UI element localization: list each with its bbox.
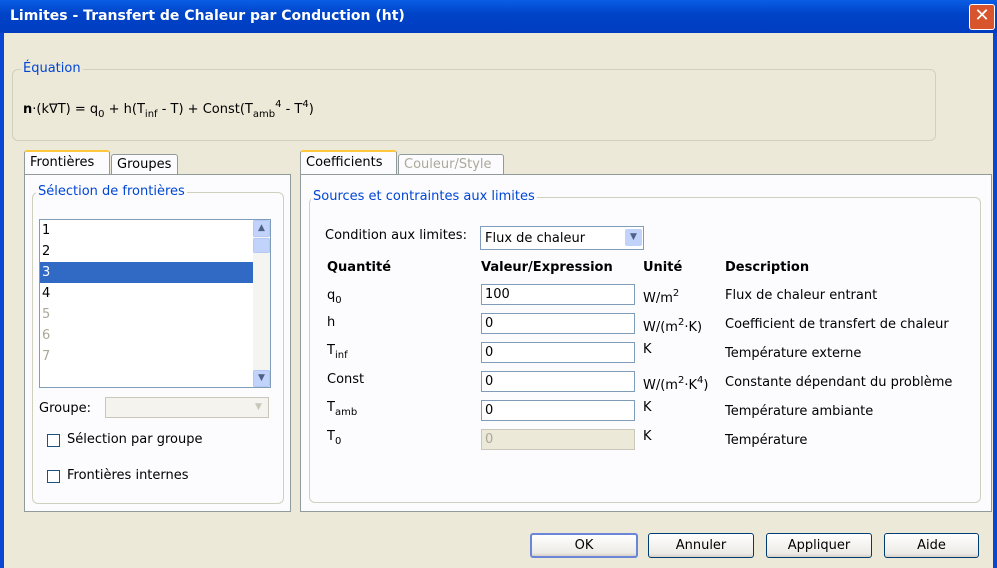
header-value: Valeur/Expression: [481, 260, 613, 275]
q0-input[interactable]: 100: [481, 284, 635, 305]
h-input[interactable]: 0: [481, 313, 635, 334]
cancel-button[interactable]: Annuler: [648, 533, 754, 558]
quantity-q0: q0: [327, 288, 342, 306]
close-button[interactable]: ✕: [969, 4, 995, 30]
apply-button[interactable]: Appliquer: [766, 533, 872, 558]
quantity-t0: T0: [327, 429, 342, 447]
list-item[interactable]: 5: [40, 304, 270, 325]
unit-tamb: K: [643, 400, 652, 415]
equation-legend: Équation: [21, 61, 83, 76]
select-by-group-checkbox[interactable]: [47, 434, 60, 447]
sources-legend: Sources et contraintes aux limites: [311, 189, 537, 204]
scroll-thumb[interactable]: [253, 238, 270, 253]
t0-input: 0: [481, 429, 635, 450]
scroll-up-button[interactable]: ▲: [253, 220, 270, 237]
scroll-down-button[interactable]: ▼: [253, 370, 270, 387]
list-item[interactable]: 2: [40, 241, 270, 262]
unit-t0: K: [643, 429, 652, 444]
unit-const: W/(m2·K4): [643, 375, 709, 393]
tab-groupes[interactable]: Groupes: [111, 154, 178, 175]
const-input[interactable]: 0: [481, 371, 635, 392]
quantity-const: Const: [327, 372, 365, 387]
tab-couleur-style: Couleur/Style: [398, 154, 504, 175]
right-panel: Sources et contraintes aux limites Condi…: [300, 174, 992, 512]
list-scrollbar[interactable]: ▲ ▼: [253, 220, 270, 387]
unit-tinf: K: [643, 342, 652, 357]
list-item[interactable]: 6: [40, 325, 270, 346]
group-select[interactable]: ▼: [105, 397, 269, 418]
internal-boundaries-label: Frontières internes: [67, 468, 189, 483]
internal-boundaries-checkbox[interactable]: [47, 470, 60, 483]
boundary-list[interactable]: 1 2 3 4 5 6 7 ▲ ▼: [39, 219, 271, 388]
select-by-group-label: Sélection par groupe: [67, 432, 203, 447]
condition-label: Condition aux limites:: [325, 228, 467, 243]
list-item[interactable]: 7: [40, 346, 270, 367]
window-frame-right: [993, 33, 997, 568]
description-q0: Flux de chaleur entrant: [725, 288, 878, 303]
tamb-input[interactable]: 0: [481, 400, 635, 421]
tab-frontieres[interactable]: Frontières: [24, 150, 110, 175]
list-item[interactable]: 1: [40, 220, 270, 241]
tab-coefficients[interactable]: Coefficients: [300, 150, 397, 175]
ok-button[interactable]: OK: [530, 533, 638, 558]
chevron-up-icon: ▲: [258, 223, 265, 233]
chevron-down-icon: ▼: [258, 373, 265, 383]
description-const: Constante dépendant du problème: [725, 375, 953, 390]
group-label: Groupe:: [39, 401, 91, 416]
unit-q0: W/m2: [643, 288, 680, 306]
list-item[interactable]: 4: [40, 283, 270, 304]
chevron-down-icon: ▼: [250, 399, 267, 416]
tinf-input[interactable]: 0: [481, 342, 635, 363]
close-icon: ✕: [974, 5, 990, 26]
header-quantity: Quantité: [327, 260, 392, 275]
window-frame-left: [0, 33, 4, 568]
chevron-down-icon: ▼: [625, 229, 642, 246]
quantity-h: h: [327, 315, 336, 330]
left-panel: Sélection de frontières 1 2 3 4 5 6 7 ▲ …: [24, 174, 291, 512]
unit-h: W/(m2·K): [643, 317, 703, 335]
boundary-selection-legend: Sélection de frontières: [36, 184, 187, 199]
equation-group: Équation n·(k∇T) = q0 + h(Tinf - T) + Co…: [12, 61, 936, 141]
header-description: Description: [725, 260, 810, 275]
quantity-tamb: Tamb: [327, 400, 358, 418]
description-t0: Température: [725, 433, 808, 448]
description-tamb: Température ambiante: [725, 404, 874, 419]
description-h: Coefficient de transfert de chaleur: [725, 317, 949, 332]
equation-text: n·(k∇T) = q0 + h(Tinf - T) + Const(Tamb4…: [23, 99, 314, 120]
title-bar: Limites - Transfert de Chaleur par Condu…: [0, 0, 997, 33]
quantity-tinf: Tinf: [327, 343, 348, 361]
description-tinf: Température externe: [725, 346, 862, 361]
help-button[interactable]: Aide: [884, 533, 979, 558]
header-unit: Unité: [643, 260, 683, 275]
condition-select[interactable]: Flux de chaleur ▼: [480, 226, 644, 250]
window-title: Limites - Transfert de Chaleur par Condu…: [10, 8, 405, 24]
list-item-selected[interactable]: 3: [40, 262, 253, 283]
